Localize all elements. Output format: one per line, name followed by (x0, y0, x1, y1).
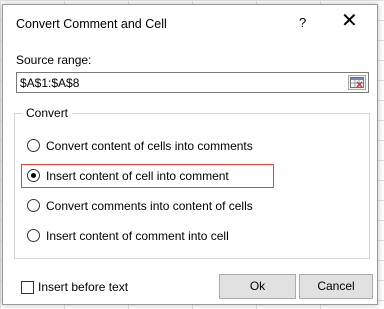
dialog-title: Convert Comment and Cell (16, 17, 167, 31)
source-range-value[interactable]: $A$1:$A$8 (20, 76, 79, 90)
range-select-icon (350, 77, 364, 88)
option-label: Convert comments into content of cells (46, 199, 253, 213)
option-label: Convert content of cells into comments (46, 139, 253, 153)
range-select-button[interactable] (348, 75, 366, 90)
help-button[interactable]: ? (299, 15, 306, 30)
title-bar: Convert Comment and Cell ? ✕ (3, 5, 377, 43)
close-button[interactable]: ✕ (341, 11, 358, 31)
radio-button[interactable] (27, 229, 40, 242)
convert-comment-cell-dialog: Convert Comment and Cell ? ✕ Source rang… (2, 4, 378, 305)
insert-before-text-checkbox[interactable] (21, 281, 34, 294)
selected-option-highlight (21, 164, 274, 188)
insert-before-text-label[interactable]: Insert before text (38, 280, 128, 294)
convert-group-legend: Convert (22, 106, 73, 120)
cancel-button[interactable]: Cancel (299, 274, 373, 299)
source-range-label: Source range: (16, 53, 92, 67)
radio-button[interactable] (27, 139, 40, 152)
ok-button[interactable]: Ok (219, 274, 296, 299)
source-range-input[interactable]: $A$1:$A$8 (16, 72, 369, 93)
radio-button[interactable] (27, 199, 40, 212)
option-label: Insert content of comment into cell (46, 229, 229, 243)
